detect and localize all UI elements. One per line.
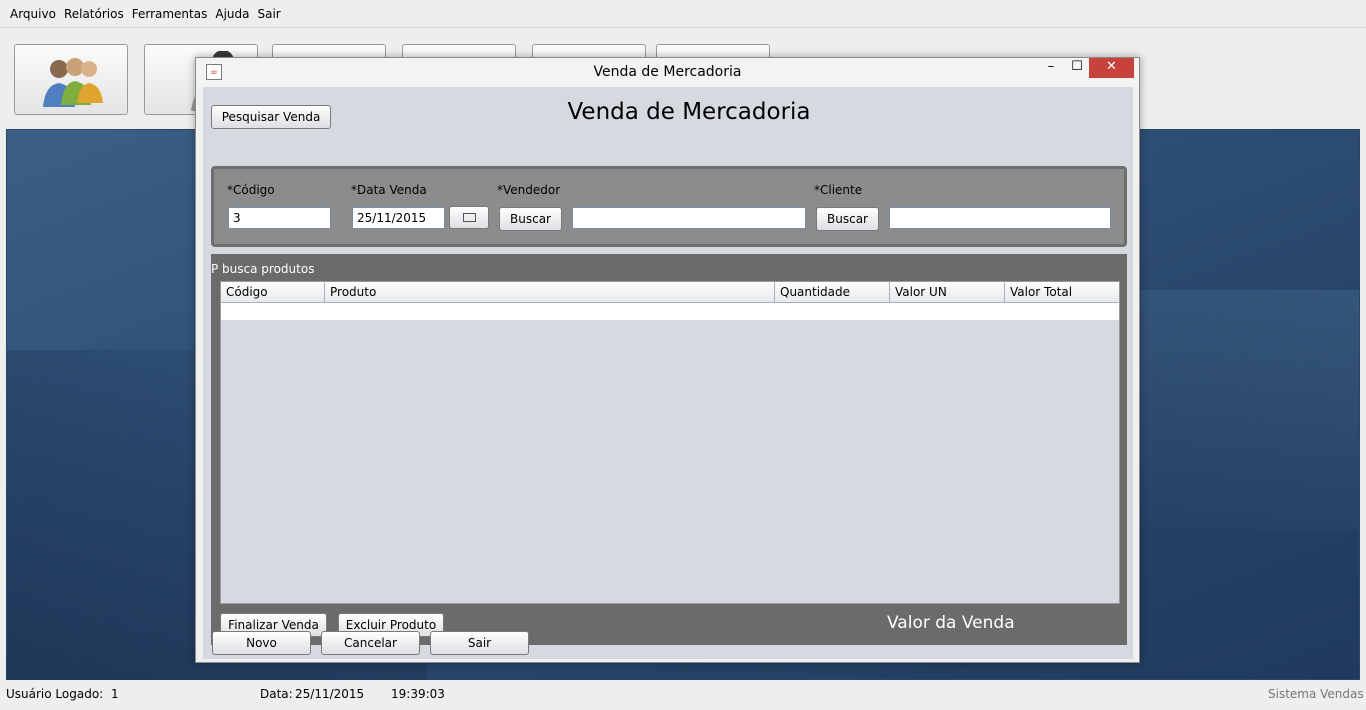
- menu-ferramentas[interactable]: Ferramentas: [128, 7, 212, 21]
- close-button[interactable]: ✕: [1089, 58, 1134, 78]
- cliente-label: *Cliente: [814, 183, 863, 197]
- data-value: 25/11/2015: [295, 687, 365, 701]
- usuario-logado-value: 1: [111, 687, 119, 701]
- vendedor-field[interactable]: [572, 207, 806, 229]
- sair-button[interactable]: Sair: [430, 631, 529, 655]
- page-title: Venda de Mercadoria: [567, 99, 811, 125]
- vendedor-label: *Vendedor: [497, 183, 561, 197]
- maximize-button[interactable]: ☐: [1064, 58, 1090, 78]
- usuario-logado-label: Usuário Logado:: [6, 687, 104, 701]
- menu-ajuda[interactable]: Ajuda: [211, 7, 253, 21]
- data-venda-field[interactable]: 25/11/2015: [352, 207, 445, 229]
- table-header: Código Produto Quantidade Valor UN Valor…: [221, 282, 1119, 303]
- buscar-vendedor-button[interactable]: Buscar: [499, 207, 562, 231]
- codigo-field[interactable]: 3: [228, 207, 331, 229]
- pesquisar-venda-button[interactable]: Pesquisar Venda: [211, 105, 331, 129]
- calendar-icon: [462, 213, 476, 222]
- valor-venda-label: Valor da Venda: [887, 613, 1015, 633]
- calendar-button[interactable]: [449, 206, 489, 229]
- cliente-field[interactable]: [889, 207, 1111, 229]
- system-name: Sistema Vendas: [1268, 687, 1364, 701]
- buscar-cliente-button[interactable]: Buscar: [816, 207, 879, 231]
- users-group-icon: [15, 51, 127, 114]
- dialog-content: Pesquisar Venda Venda de Mercadoria *Cód…: [203, 87, 1133, 659]
- column-header-valor-total[interactable]: Valor Total: [1005, 282, 1119, 303]
- venda-dialog: ☕ Venda de Mercadoria – ☐ ✕ Pesquisar Ve…: [195, 57, 1140, 663]
- products-table[interactable]: Código Produto Quantidade Valor UN Valor…: [220, 281, 1120, 604]
- menu-bar: Arquivo Relatórios Ferramentas Ajuda Sai…: [0, 0, 1366, 28]
- data-label: Data:: [260, 687, 293, 701]
- column-header-produto[interactable]: Produto: [325, 282, 775, 303]
- menu-sair[interactable]: Sair: [253, 7, 284, 21]
- cancelar-button[interactable]: Cancelar: [321, 631, 420, 655]
- time-value: 19:39:03: [391, 687, 445, 701]
- data-venda-label: *Data Venda: [351, 183, 427, 197]
- products-panel: P busca produtos Código Produto Quantida…: [211, 254, 1127, 645]
- menu-arquivo[interactable]: Arquivo: [6, 7, 60, 21]
- products-panel-label: P busca produtos: [211, 262, 315, 276]
- minimize-button[interactable]: –: [1038, 58, 1064, 78]
- toolbar-clientes-button[interactable]: [14, 44, 128, 115]
- table-row[interactable]: [221, 303, 1119, 320]
- novo-button[interactable]: Novo: [212, 631, 311, 655]
- dialog-title: Venda de Mercadoria: [593, 64, 742, 80]
- dialog-titlebar[interactable]: ☕ Venda de Mercadoria – ☐ ✕: [196, 58, 1139, 87]
- column-header-quantidade[interactable]: Quantidade: [775, 282, 890, 303]
- status-bar: Usuário Logado: 1 Data: 25/11/2015 19:39…: [0, 681, 1366, 710]
- column-header-valor-un[interactable]: Valor UN: [890, 282, 1005, 303]
- menu-relatorios[interactable]: Relatórios: [60, 7, 128, 21]
- sale-form-panel: *Código 3 *Data Venda 25/11/2015 *Vended…: [211, 166, 1127, 247]
- column-header-codigo[interactable]: Código: [221, 282, 325, 303]
- codigo-label: *Código: [227, 183, 275, 197]
